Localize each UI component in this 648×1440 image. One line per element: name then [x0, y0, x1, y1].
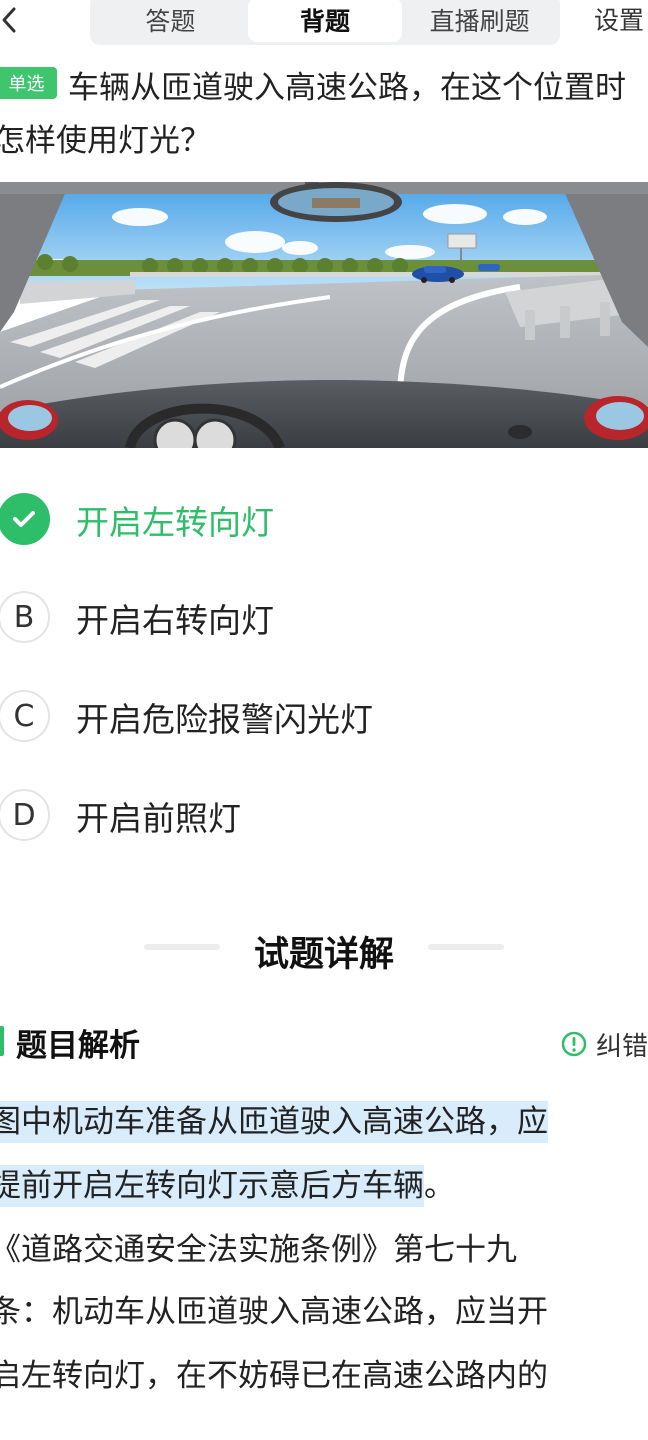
report-error-button[interactable]: 纠错: [560, 1024, 648, 1064]
section-divider-right: [428, 944, 504, 950]
question-image: [0, 182, 648, 448]
option-c[interactable]: C 开启危险报警闪光灯: [0, 677, 648, 757]
settings-button[interactable]: 设置: [594, 0, 644, 38]
option-b[interactable]: B 开启右转向灯: [0, 578, 648, 658]
analysis-line-4: 条：机动车从匝道驶入高速公路，应当开: [0, 1294, 548, 1330]
section-divider-left: [144, 944, 220, 950]
driver-view-illustration: [0, 182, 648, 448]
warning-circle-icon: [561, 1031, 587, 1057]
mode-tabs: 答题 背题 直播刷题: [90, 0, 560, 45]
analysis-period: 。: [424, 1168, 455, 1204]
tab-live-practice[interactable]: 直播刷题: [402, 0, 557, 42]
option-a-marker: [0, 493, 50, 545]
question-text: 车辆从匝道驶入高速公路，在这个位置时怎样使用灯光？: [0, 70, 626, 159]
option-d-marker: D: [0, 789, 50, 841]
analysis-line-1: 图中机动车准备从匝道驶入高速公路，应: [0, 1096, 648, 1143]
highlighted-text: 提前开启左转向灯示意后方车辆: [0, 1165, 424, 1207]
analysis-accent-bar: [0, 1026, 4, 1056]
option-b-marker: B: [0, 591, 50, 643]
question-block: 单选 车辆从匝道驶入高速公路，在这个位置时怎样使用灯光？: [0, 62, 648, 177]
back-button[interactable]: [0, 0, 22, 40]
analysis-line-2: 提前开启左转向灯示意后方车辆。: [0, 1160, 648, 1207]
option-d-text: 开启前照灯: [76, 799, 241, 838]
top-navigation-bar: 答题 背题 直播刷题 设置: [0, 0, 648, 62]
tab-memorize[interactable]: 背题: [247, 0, 403, 42]
option-a[interactable]: 开启左转向灯: [0, 480, 648, 560]
option-a-text: 开启左转向灯: [76, 503, 274, 542]
section-title: 试题详解: [253, 935, 394, 975]
analysis-line-3: 《道路交通安全法实施条例》第七十九: [0, 1232, 517, 1268]
analysis-line-5: 启左转向灯，在不妨碍已在高速公路内的: [0, 1358, 548, 1394]
option-d[interactable]: D 开启前照灯: [0, 776, 648, 856]
chevron-left-icon: [2, 7, 16, 33]
tab-answer[interactable]: 答题: [93, 0, 248, 42]
highlighted-text: 图中机动车准备从匝道驶入高速公路，应: [0, 1101, 548, 1143]
check-icon: [13, 511, 35, 527]
analysis-title: 题目解析: [16, 1028, 140, 1064]
option-c-marker: C: [0, 690, 50, 742]
option-b-text: 开启右转向灯: [76, 601, 274, 640]
option-c-text: 开启危险报警闪光灯: [76, 700, 373, 739]
report-error-label: 纠错: [596, 1031, 648, 1062]
scroll-fade: [0, 1400, 648, 1440]
